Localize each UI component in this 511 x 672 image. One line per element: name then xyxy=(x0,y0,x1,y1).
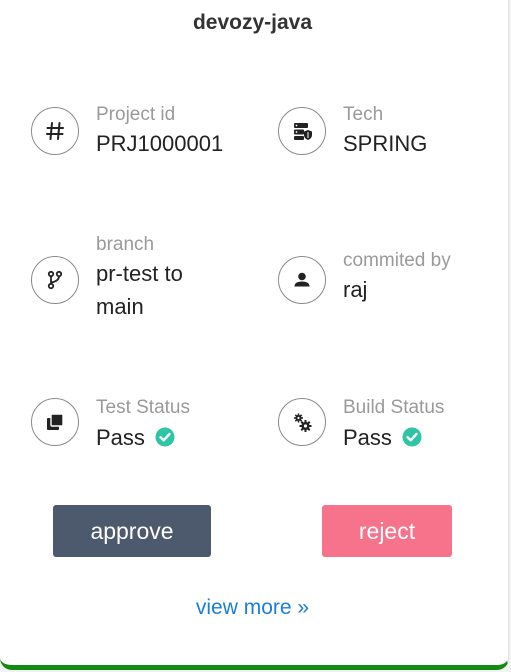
test-status-label: Test Status xyxy=(96,397,190,418)
branch-value: pr-test to main xyxy=(96,261,183,319)
reject-button[interactable]: reject xyxy=(322,505,452,557)
test-status-value: Pass xyxy=(96,425,145,450)
user-icon xyxy=(278,256,326,304)
project-id-value: PRJ1000001 xyxy=(96,131,224,156)
build-status-value-row: Pass xyxy=(343,421,422,454)
project-id-label: Project id xyxy=(96,104,176,125)
commited-by-value: raj xyxy=(343,277,368,302)
tech-label: Tech xyxy=(343,104,384,125)
check-circle-icon xyxy=(155,427,175,447)
tech-value: SPRING xyxy=(343,131,428,156)
test-status-value-row: Pass xyxy=(96,421,175,454)
layers-icon xyxy=(31,398,79,446)
approve-button[interactable]: approve xyxy=(53,505,211,557)
pr-card: devozy-java Project id PRJ1000001 Tech S… xyxy=(0,0,509,670)
build-status-label: Build Status xyxy=(343,397,445,418)
code-branch-icon xyxy=(31,256,79,304)
hash-icon xyxy=(31,107,79,155)
view-more-link[interactable]: view more » xyxy=(0,596,505,620)
build-status-value: Pass xyxy=(343,425,392,450)
card-title: devozy-java xyxy=(192,11,313,34)
gears-icon xyxy=(278,398,326,446)
branch-label: branch xyxy=(96,234,155,255)
check-circle-icon xyxy=(402,427,422,447)
commited-by-label: commited by xyxy=(343,250,451,271)
server-icon xyxy=(278,107,326,155)
